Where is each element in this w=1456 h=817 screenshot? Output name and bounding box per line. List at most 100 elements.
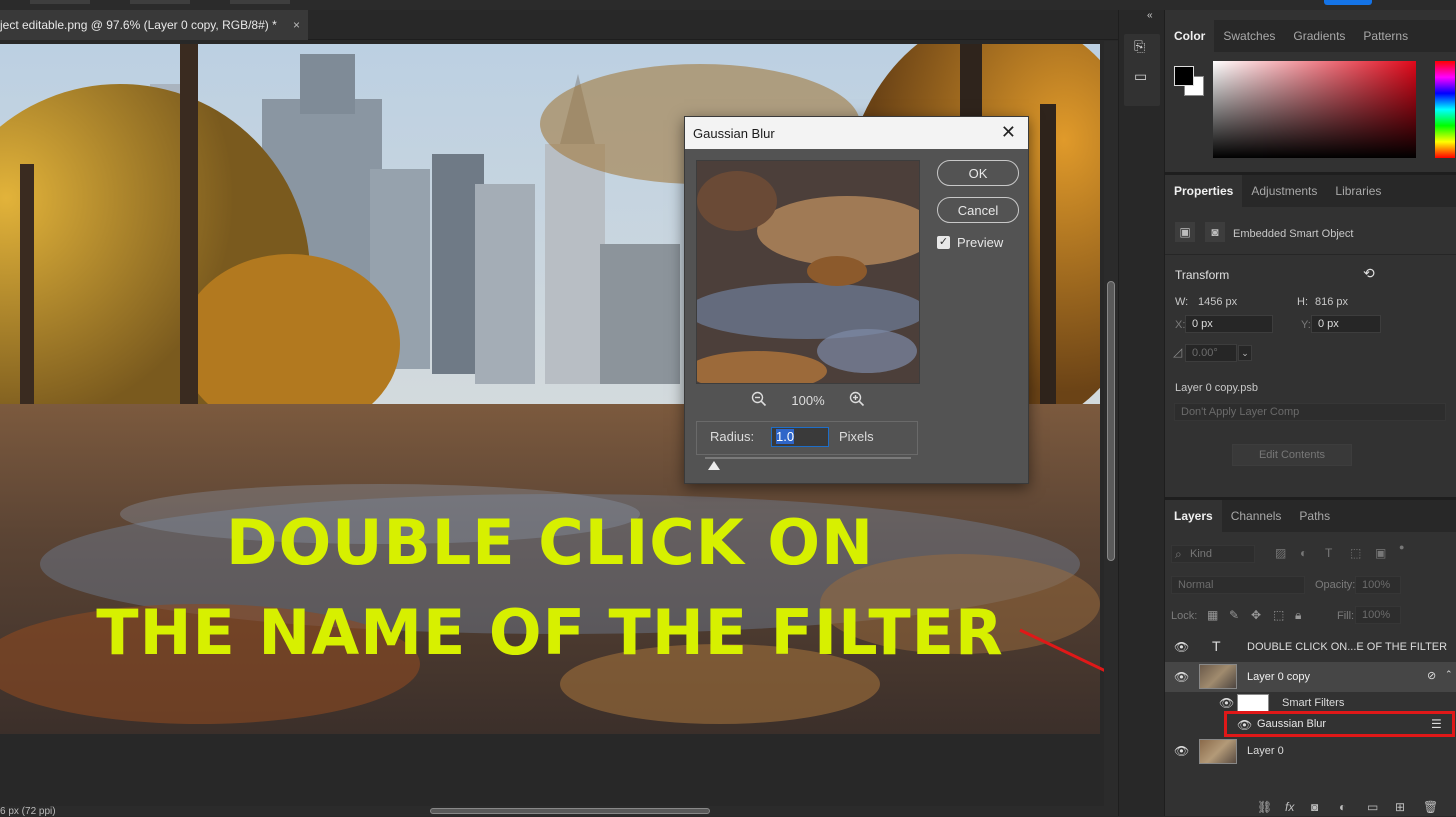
layer-row-layer-0-copy[interactable]: 👁︎ Layer 0 copy ⊘ ⌃	[1165, 662, 1456, 692]
radius-unit: Pixels	[839, 429, 874, 444]
fill-label: Fill:	[1337, 610, 1355, 622]
filter-toggle-icon[interactable]: ●	[1399, 542, 1404, 552]
lock-artboard-icon[interactable]: ⬚	[1273, 608, 1284, 622]
layer-name[interactable]: Smart Filters	[1282, 697, 1344, 709]
add-mask-icon[interactable]: ◙	[1311, 800, 1318, 814]
checkmark-icon[interactable]: ✓	[937, 236, 950, 249]
radius-input[interactable]: 1.0	[771, 427, 829, 447]
cancel-button[interactable]: Cancel	[937, 197, 1019, 223]
filter-adjustment-icon[interactable]: ◐	[1300, 546, 1307, 560]
tab-libraries[interactable]: Libraries	[1326, 175, 1390, 207]
tab-swatches[interactable]: Swatches	[1214, 20, 1284, 52]
angle-icon: ◿	[1173, 345, 1183, 359]
layer-comp-select[interactable]: Don't Apply Layer Comp	[1174, 403, 1446, 421]
tab-properties[interactable]: Properties	[1165, 175, 1243, 207]
filter-type-icon[interactable]: T	[1325, 546, 1332, 560]
eye-icon[interactable]: 👁︎	[1174, 670, 1189, 684]
comments-icon[interactable]: ▭	[1134, 68, 1147, 85]
close-tab-icon[interactable]: ×	[293, 18, 300, 32]
options-control[interactable]	[30, 0, 90, 4]
panel-dock-toolbar: « ⎘ ▭	[1118, 10, 1164, 816]
gaussian-blur-dialog: Gaussian Blur ✕ OK Cancel ✓ Preview 100%…	[684, 116, 1029, 484]
ok-button[interactable]: OK	[937, 160, 1019, 186]
dialog-title-bar[interactable]: Gaussian Blur ✕	[685, 117, 1028, 149]
radius-slider-thumb[interactable]	[708, 461, 720, 470]
trash-icon[interactable]: 🗑︎	[1423, 800, 1438, 814]
y-input[interactable]: 0 px	[1311, 315, 1381, 333]
layer-row-layer-0[interactable]: 👁︎ Layer 0	[1165, 736, 1456, 766]
filter-preview[interactable]	[696, 160, 920, 384]
layer-name[interactable]: Layer 0 copy	[1247, 671, 1310, 683]
edit-contents-button[interactable]: Edit Contents	[1232, 444, 1352, 466]
horizontal-scrollbar[interactable]	[0, 806, 1118, 816]
collapse-effects-icon[interactable]: ⌃	[1445, 669, 1453, 680]
filter-shape-icon[interactable]: ⬚	[1350, 546, 1361, 560]
zoom-level: 100%	[791, 392, 825, 408]
preview-image	[697, 161, 919, 383]
layer-name[interactable]: Layer 0	[1247, 745, 1284, 757]
eye-icon[interactable]: 👁︎	[1174, 640, 1189, 654]
highlight-box	[1224, 711, 1455, 737]
angle-input[interactable]: 0.00°	[1185, 344, 1237, 362]
blend-mode-select[interactable]: Normal	[1171, 576, 1305, 594]
smart-object-badge-icon: ⊘	[1427, 670, 1437, 682]
tab-color[interactable]: Color	[1165, 20, 1215, 52]
link-layers-icon[interactable]: ⛓︎	[1257, 800, 1272, 814]
overlay-text-line1: DOUBLE CLICK ON	[225, 506, 875, 579]
mask-icon[interactable]: ◙	[1205, 222, 1225, 242]
hue-slider[interactable]	[1435, 61, 1455, 158]
layer-name[interactable]: DOUBLE CLICK ON...E OF THE FILTER	[1247, 641, 1447, 653]
smart-object-filename: Layer 0 copy.psb	[1175, 382, 1258, 394]
smart-object-icon: ▣	[1175, 222, 1195, 242]
status-bar-text: 6 px (72 ppi)	[0, 806, 56, 817]
history-icon[interactable]: ⎘	[1134, 38, 1145, 55]
reset-transform-icon[interactable]: ⟲	[1363, 265, 1375, 282]
document-tab-bar: ject editable.png @ 97.6% (Layer 0 copy,…	[0, 10, 1118, 40]
radius-slider[interactable]	[705, 457, 911, 459]
zoom-in-icon[interactable]	[849, 391, 865, 410]
options-control[interactable]	[130, 0, 190, 4]
color-picker-field[interactable]	[1213, 61, 1416, 158]
foreground-color-swatch[interactable]	[1174, 66, 1194, 86]
search-icon: ⌕	[1175, 547, 1182, 561]
share-button[interactable]	[1324, 0, 1372, 5]
chevron-down-icon[interactable]: ⌄	[1238, 345, 1252, 361]
document-tab[interactable]: ject editable.png @ 97.6% (Layer 0 copy,…	[0, 10, 308, 40]
properties-panel-tabs: Properties Adjustments Libraries	[1165, 175, 1456, 207]
opacity-input[interactable]: 100%	[1355, 576, 1401, 594]
lock-position-icon[interactable]: ✥	[1251, 608, 1261, 622]
options-control[interactable]	[230, 0, 290, 4]
eye-icon[interactable]: 👁︎	[1219, 696, 1234, 710]
lock-all-icon[interactable]: 🔒︎	[1295, 608, 1301, 623]
filter-smart-object-icon[interactable]: ▣	[1375, 546, 1386, 560]
layer-thumbnail	[1199, 664, 1237, 689]
tab-gradients[interactable]: Gradients	[1284, 20, 1354, 52]
zoom-out-icon[interactable]	[751, 391, 767, 410]
tab-adjustments[interactable]: Adjustments	[1242, 175, 1326, 207]
tab-patterns[interactable]: Patterns	[1354, 20, 1417, 52]
fx-icon[interactable]: fx	[1285, 800, 1294, 814]
vertical-scrollbar[interactable]	[1104, 41, 1118, 806]
eye-icon[interactable]: 👁︎	[1174, 744, 1189, 758]
layer-filter-kind[interactable]: Kind	[1171, 545, 1255, 563]
lock-transparent-icon[interactable]: ▦	[1207, 608, 1218, 622]
tab-paths[interactable]: Paths	[1290, 500, 1339, 532]
collapse-panels-icon[interactable]: «	[1147, 10, 1153, 21]
h-value[interactable]: 816 px	[1315, 296, 1348, 308]
group-icon[interactable]: ▭	[1367, 800, 1378, 814]
transform-title: Transform	[1175, 268, 1230, 282]
close-icon[interactable]: ✕	[1001, 122, 1016, 143]
zoom-controls: 100%	[696, 389, 920, 411]
w-value[interactable]: 1456 px	[1198, 296, 1237, 308]
filter-pixel-icon[interactable]: ▨	[1275, 546, 1286, 560]
adjustment-layer-icon[interactable]: ◐	[1339, 800, 1346, 814]
layer-row-text[interactable]: 👁︎ T DOUBLE CLICK ON...E OF THE FILTER	[1165, 632, 1456, 662]
tab-layers[interactable]: Layers	[1165, 500, 1222, 532]
x-input[interactable]: 0 px	[1185, 315, 1273, 333]
lock-paint-icon[interactable]: ✎	[1229, 608, 1239, 622]
new-layer-icon[interactable]: ⊞	[1395, 800, 1405, 814]
tab-channels[interactable]: Channels	[1222, 500, 1291, 532]
preview-checkbox[interactable]: ✓ Preview	[937, 235, 1003, 250]
lock-label: Lock:	[1171, 610, 1198, 622]
fill-input[interactable]: 100%	[1355, 606, 1401, 624]
